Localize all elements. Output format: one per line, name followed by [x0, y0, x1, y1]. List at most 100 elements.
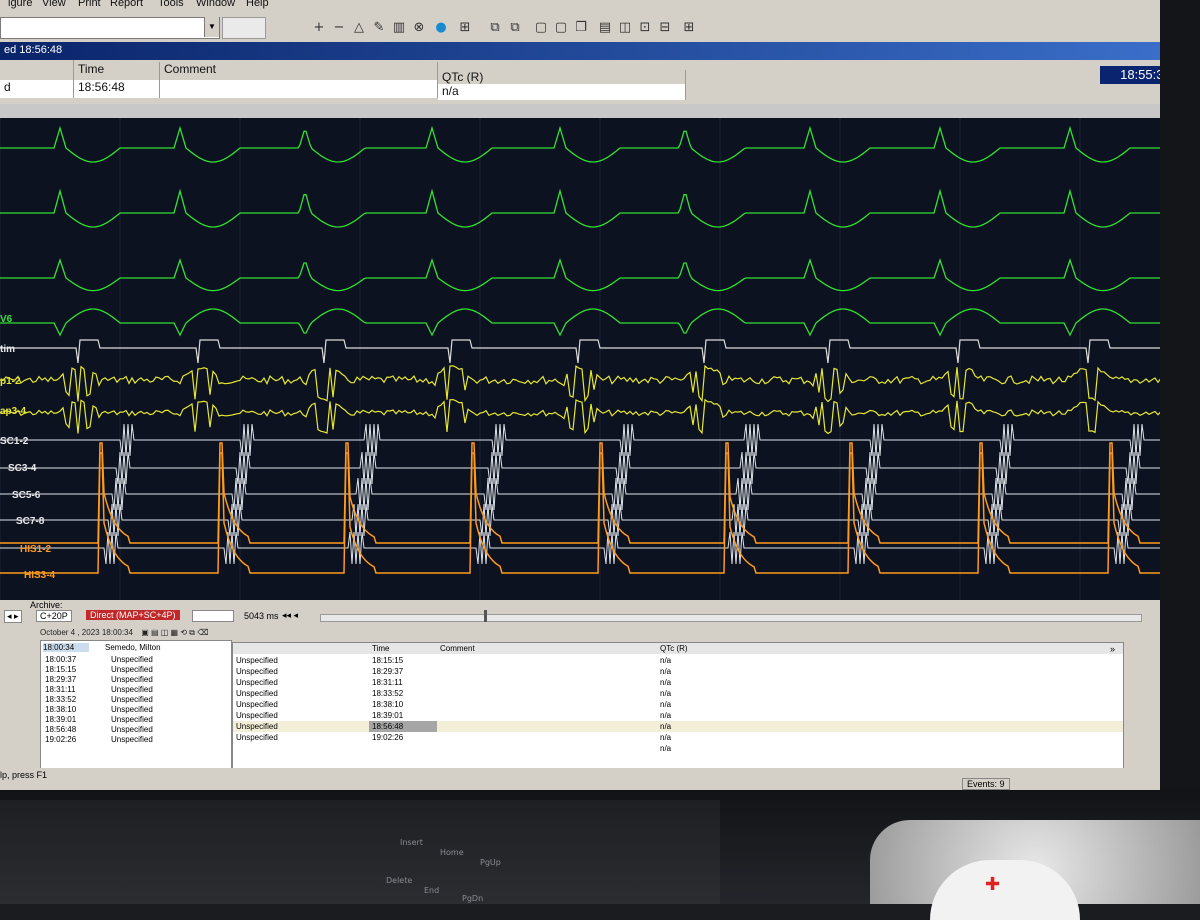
ecg-lead-2	[0, 188, 1195, 228]
zoom-frame-icon[interactable]: ⊡	[636, 20, 654, 36]
window-title: ed 18:56:48	[4, 44, 63, 56]
plus-icon[interactable]: +	[310, 20, 328, 36]
event-qtc: n/a	[660, 656, 672, 665]
col-time-header: Time	[372, 644, 390, 653]
table-row[interactable]: Unspecified 18:38:10 n/a	[233, 699, 1123, 710]
scroll-track[interactable]	[192, 610, 234, 622]
trash-icon[interactable]: ▥	[390, 20, 408, 36]
tree-time[interactable]: 18:15:15	[45, 665, 76, 674]
sc-trace-2	[0, 451, 1194, 485]
header-qtc-label: QTc (R)	[438, 70, 686, 84]
channel-label-v6: V6	[0, 314, 13, 325]
tree-event[interactable]: Unspecified	[111, 695, 153, 704]
event-name: Unspecified	[236, 656, 278, 665]
menu-report[interactable]: Report	[110, 0, 143, 9]
ecg-lead-v6	[0, 308, 1195, 337]
sc-trace-1	[0, 423, 1194, 457]
frame-icon[interactable]: ▢	[532, 20, 550, 36]
tree-time[interactable]: 18:56:48	[45, 725, 76, 734]
minus-icon[interactable]: −	[330, 20, 348, 36]
triangle-icon[interactable]: △	[350, 20, 368, 36]
event-comment	[437, 732, 657, 743]
tree-time[interactable]: 18:00:37	[45, 655, 76, 664]
tree-time[interactable]: 18:38:10	[45, 705, 76, 714]
rewind-icon[interactable]: ◂◂ ◂	[282, 610, 298, 621]
event-qtc: n/a	[660, 678, 672, 687]
menu-tools[interactable]: Tools	[158, 0, 184, 9]
timeline-scrollbar[interactable]	[320, 614, 1142, 622]
event-name	[233, 743, 369, 754]
event-comment	[437, 688, 657, 699]
menu-view[interactable]: View	[42, 0, 66, 9]
channel-label-stim: tim	[0, 344, 15, 355]
timeline-thumb[interactable]	[484, 610, 487, 622]
cancel-icon[interactable]: ⊗	[410, 20, 428, 36]
window-title-bar: ed 18:56:48	[0, 42, 1160, 60]
table-row[interactable]: Unspecified 19:02:26 n/a	[233, 732, 1123, 743]
menu-window[interactable]: Window	[196, 0, 235, 9]
copy-icon[interactable]: ⧉	[486, 20, 504, 36]
frame-icon[interactable]: ▢	[552, 20, 570, 36]
speed-input[interactable]	[222, 17, 266, 39]
session-tool-icons[interactable]: ▣ ▤ ◫ ▦ ⟲ ⧉ ⌫	[141, 628, 208, 637]
paste-icon[interactable]: ⧉	[506, 20, 524, 36]
event-qtc: n/a	[660, 711, 672, 720]
display-select[interactable]	[0, 17, 220, 39]
table-row[interactable]: Unspecified 18:15:15 n/a	[233, 655, 1123, 666]
tree-event[interactable]: Unspecified	[111, 685, 153, 694]
expand-icon[interactable]: »	[1110, 644, 1115, 654]
tree-event[interactable]: Unspecified	[111, 675, 153, 684]
event-time: 18:39:01	[372, 711, 404, 720]
split-vertical-icon[interactable]: ◫	[616, 20, 634, 36]
header-row-label: d	[0, 80, 74, 98]
event-comment	[437, 677, 657, 688]
tree-patient[interactable]: Semedo, Milton	[105, 643, 161, 652]
table-row[interactable]: Unspecified 18:33:52 n/a	[233, 688, 1123, 699]
person-icon[interactable]: ●	[432, 20, 450, 36]
menu-figure[interactable]: igure	[8, 0, 32, 9]
header-time-value[interactable]: 18:56:48	[74, 80, 160, 98]
menu-help[interactable]: Help	[246, 0, 269, 9]
tree-event[interactable]: Unspecified	[111, 735, 153, 744]
channel-label-his1-2: HIS1-2	[20, 544, 52, 555]
keyboard: Insert Home PgUp Delete End PgDn	[0, 800, 720, 904]
event-header: Time Comment QTc (R) d 18:56:48 n/a	[0, 60, 1200, 104]
menu-print[interactable]: Print	[78, 0, 101, 9]
tree-time[interactable]: 19:02:26	[45, 735, 76, 744]
chevron-down-icon[interactable]: ▼	[204, 17, 219, 37]
tree-root-time[interactable]: 18:00:34	[43, 643, 89, 652]
channel-label-map1-2: p1-2	[0, 376, 21, 387]
channel-label-sc1-2: SC1-2	[0, 436, 29, 447]
table-row[interactable]: Unspecified 18:56:48 n/a	[233, 721, 1123, 732]
archive-bar: Archive: ◂ ▸ C+20P Direct (MAP+SC+4P) 50…	[0, 600, 1160, 624]
tree-time[interactable]: 18:29:37	[45, 675, 76, 684]
tree-time[interactable]: 18:33:52	[45, 695, 76, 704]
pencil-icon[interactable]: ✎	[370, 20, 388, 36]
header-comment-field[interactable]	[160, 80, 438, 98]
table-row[interactable]: Unspecified 18:29:37 n/a	[233, 666, 1123, 677]
key-insert: Insert	[400, 838, 423, 847]
grid-icon[interactable]: ⊞	[680, 20, 698, 36]
table-row[interactable]: Unspecified 18:39:01 n/a	[233, 710, 1123, 721]
split-horizontal-icon[interactable]: ▤	[596, 20, 614, 36]
tab-direct[interactable]: Direct (MAP+SC+4P)	[86, 610, 180, 620]
equalize-icon[interactable]: ⊟	[656, 20, 674, 36]
layout-icon[interactable]: ⊞	[456, 20, 474, 36]
tree-time[interactable]: 18:39:01	[45, 715, 76, 724]
map1-2-trace	[0, 364, 1195, 403]
event-comment	[437, 721, 657, 732]
event-qtc: n/a	[660, 689, 672, 698]
tree-time[interactable]: 18:31:11	[45, 685, 76, 694]
scroll-left-icon[interactable]: ◂ ▸	[4, 610, 22, 623]
table-row[interactable]: n/a	[233, 743, 1123, 754]
table-row[interactable]: Unspecified 18:31:11 n/a	[233, 677, 1123, 688]
channel-label-map3-4: ap3-4	[0, 406, 27, 417]
tree-event[interactable]: Unspecified	[111, 715, 153, 724]
tab-c-20p[interactable]: C+20P	[36, 610, 72, 622]
tree-event[interactable]: Unspecified	[111, 725, 153, 734]
tree-event[interactable]: Unspecified	[111, 705, 153, 714]
tree-event[interactable]: Unspecified	[111, 655, 153, 664]
tree-event[interactable]: Unspecified	[111, 665, 153, 674]
stack-icon[interactable]: ❐	[572, 20, 590, 36]
event-comment	[437, 655, 657, 666]
